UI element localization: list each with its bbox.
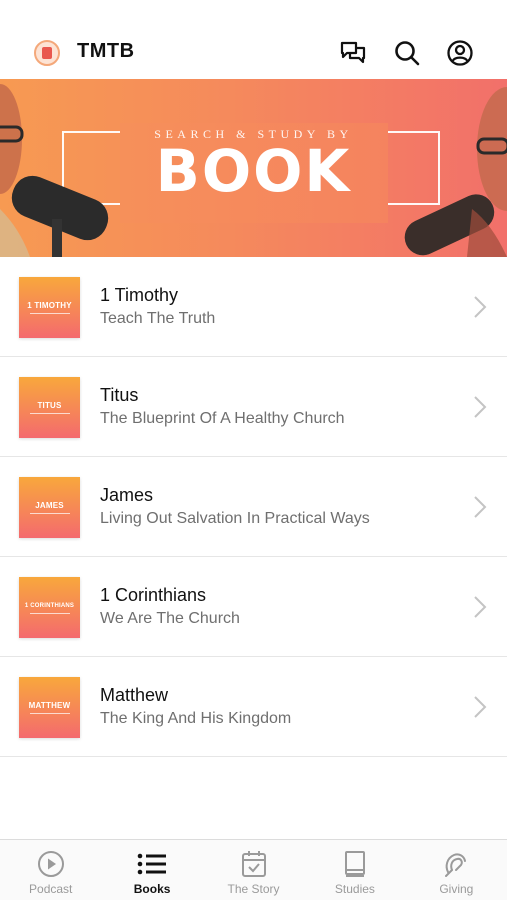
book-thumbnail: 1 TIMOTHY xyxy=(19,277,80,338)
book-thumbnail: 1 CORINTHIANS xyxy=(19,577,80,638)
book-row[interactable]: 1 CORINTHIANS 1 Corinthians We Are The C… xyxy=(0,557,507,657)
calendar-check-icon xyxy=(239,850,269,878)
book-title: 1 Timothy xyxy=(100,285,179,305)
book-row[interactable]: JAMES James Living Out Salvation In Prac… xyxy=(0,457,507,557)
book-thumbnail: JAMES xyxy=(19,477,80,538)
app-header: TMTB xyxy=(0,0,507,79)
chevron-right-icon xyxy=(474,596,487,618)
book-thumbnail: MATTHEW xyxy=(19,677,80,738)
book-subtitle: The King And His Kingdom xyxy=(100,710,292,727)
book-row[interactable]: 1 TIMOTHY 1 Timothy Teach The Truth xyxy=(0,257,507,357)
book-subtitle: The Blueprint Of A Healthy Church xyxy=(100,410,345,427)
book-list: 1 TIMOTHY 1 Timothy Teach The Truth TITU… xyxy=(0,257,507,757)
tab-label: Studies xyxy=(334,882,375,896)
tab-label: Books xyxy=(133,882,171,896)
book-title: 1 Corinthians xyxy=(100,585,207,605)
tab-books[interactable]: Books xyxy=(101,840,202,900)
chat-icon[interactable] xyxy=(338,38,368,68)
tab-studies[interactable]: Studies xyxy=(304,840,405,900)
tab-label: Giving xyxy=(439,882,474,896)
account-icon[interactable] xyxy=(445,38,475,68)
app-logo xyxy=(34,40,60,66)
app-title: TMTB xyxy=(77,40,135,62)
bottom-tab-bar: Podcast Books The Story Studies Giving xyxy=(0,839,507,900)
banner-headline: BOOK xyxy=(155,137,352,205)
chevron-right-icon xyxy=(474,696,487,718)
tab-label: Podcast xyxy=(29,882,73,896)
tab-the-story[interactable]: The Story xyxy=(203,840,304,900)
search-icon[interactable] xyxy=(392,38,422,68)
book-icon xyxy=(340,850,370,878)
book-title: Matthew xyxy=(100,685,169,705)
tab-giving[interactable]: Giving xyxy=(406,840,507,900)
book-row[interactable]: MATTHEW Matthew The King And His Kingdom xyxy=(0,657,507,757)
book-title: James xyxy=(100,485,154,505)
tab-podcast[interactable]: Podcast xyxy=(0,840,101,900)
book-subtitle: We Are The Church xyxy=(100,610,240,627)
search-by-book-banner: SEARCH & STUDY BY BOOK xyxy=(0,79,507,257)
chevron-right-icon xyxy=(474,396,487,418)
book-row[interactable]: TITUS Titus The Blueprint Of A Healthy C… xyxy=(0,357,507,457)
list-icon xyxy=(137,850,167,878)
tab-label: The Story xyxy=(227,882,280,896)
book-title: Titus xyxy=(100,385,139,405)
chevron-right-icon xyxy=(474,496,487,518)
book-subtitle: Teach The Truth xyxy=(100,310,216,327)
giving-icon xyxy=(441,850,471,878)
book-thumbnail: TITUS xyxy=(19,377,80,438)
chevron-right-icon xyxy=(474,296,487,318)
play-circle-icon xyxy=(36,850,66,878)
book-subtitle: Living Out Salvation In Practical Ways xyxy=(100,510,370,527)
